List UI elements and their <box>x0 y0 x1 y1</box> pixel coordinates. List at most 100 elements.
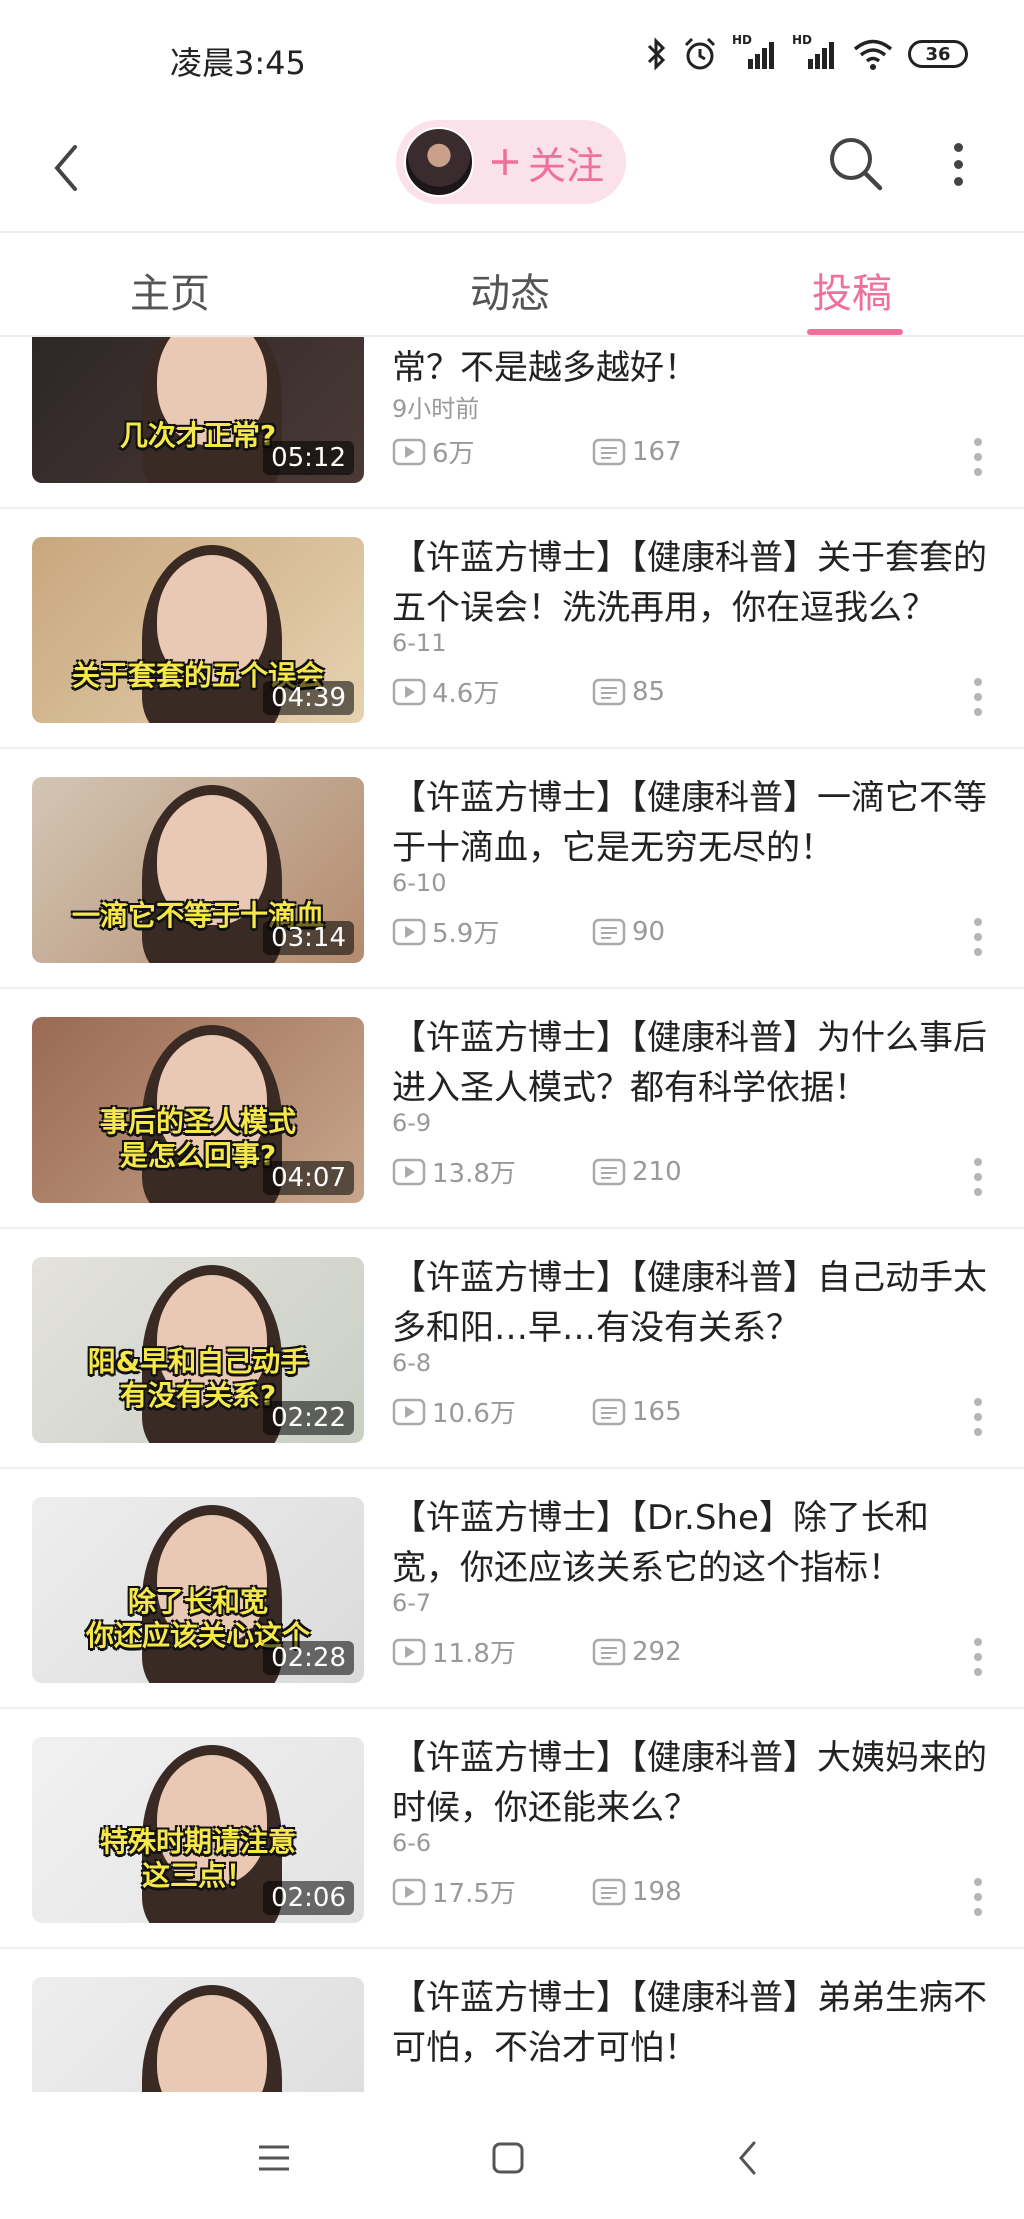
video-thumbnail[interactable]: 关于套套的五个误会 04:39 <box>32 537 364 723</box>
video-date: 6-8 <box>392 1349 432 1377</box>
video-list-item[interactable]: 事后的圣人模式 是怎么回事? 04:07 【许蓝方博士】【健康科普】为什么事后进… <box>0 989 1024 1229</box>
video-list-item[interactable]: 关于套套的五个误会 04:39 【许蓝方博士】【健康科普】关于套套的五个误会！洗… <box>0 509 1024 749</box>
video-duration: 03:14 <box>263 921 354 955</box>
video-title[interactable]: 【许蓝方博士】【健康科普】弟弟生病不可怕，不治才可怕！ <box>392 1973 992 2073</box>
video-date: 6-6 <box>392 1829 432 1857</box>
video-list-item[interactable]: 【许蓝方博士】【健康科普】弟弟生病不可怕，不治才可怕！ <box>0 1949 1024 2092</box>
video-duration: 05:12 <box>263 441 354 475</box>
play-count-icon <box>392 1878 426 1905</box>
nav-back-button[interactable] <box>718 2128 778 2188</box>
video-date: 6-10 <box>392 869 447 897</box>
video-stats: 5.9万 90 <box>392 913 665 950</box>
comment-count-value: 198 <box>632 1876 682 1907</box>
video-list-item[interactable]: 特殊时期请注意 这三点！ 02:06 【许蓝方博士】【健康科普】大姨妈来的时候，… <box>0 1709 1024 1949</box>
follow-button[interactable]: 关注 <box>396 120 626 204</box>
comment-count-icon <box>592 1158 626 1185</box>
video-thumbnail[interactable]: 事后的圣人模式 是怎么回事? 04:07 <box>32 1017 364 1203</box>
item-more-button[interactable] <box>968 907 988 967</box>
view-count-value: 10.6万 <box>432 1399 516 1429</box>
comment-count-value: 292 <box>632 1636 682 1667</box>
video-title[interactable]: 【许蓝方博士】【健康科普】为什么事后进入圣人模式？都有科学依据！ <box>392 1013 992 1113</box>
more-dot <box>953 176 963 186</box>
play-count-icon <box>392 1158 426 1185</box>
video-thumbnail[interactable]: 特殊时期请注意 这三点！ 02:06 <box>32 1737 364 1923</box>
more-dot <box>974 1158 982 1166</box>
more-dot <box>974 468 982 476</box>
chevron-left-icon <box>739 2141 756 2175</box>
more-dot <box>953 142 963 152</box>
item-more-button[interactable] <box>968 667 988 727</box>
view-count: 11.8万 <box>392 1633 592 1670</box>
comment-count-icon <box>592 678 626 705</box>
plus-icon <box>492 149 518 175</box>
view-count-value: 5.9万 <box>432 919 500 949</box>
search-button[interactable] <box>824 132 888 196</box>
chevron-left-icon <box>54 145 77 191</box>
back-button[interactable] <box>36 132 96 204</box>
alarm-icon <box>684 37 716 70</box>
video-title[interactable]: 【许蓝方博士】【健康科普】自己动手太多和阳…早…有没有关系？ <box>392 1253 992 1353</box>
video-thumbnail[interactable]: 阳&早和自己动手 有没有关系? 02:22 <box>32 1257 364 1443</box>
more-dot <box>974 1668 982 1676</box>
video-stats: 4.6万 85 <box>392 673 665 710</box>
comment-count: 292 <box>592 1637 682 1667</box>
active-tab-indicator <box>807 329 903 335</box>
video-list-item[interactable]: 阳&早和自己动手 有没有关系? 02:22 【许蓝方博士】【健康科普】自己动手太… <box>0 1229 1024 1469</box>
video-stats: 17.5万 198 <box>392 1873 682 1910</box>
follow-label: 关注 <box>528 143 605 188</box>
comment-count-icon <box>592 1638 626 1665</box>
profile-header: 关注 <box>0 110 1024 230</box>
tab-home[interactable]: 主页 <box>130 261 210 319</box>
nav-menu-button[interactable] <box>244 2128 304 2188</box>
more-dot <box>974 438 982 446</box>
comment-count-value: 210 <box>632 1156 682 1187</box>
item-more-button[interactable] <box>968 1387 988 1447</box>
comment-count-value: 85 <box>632 676 666 707</box>
video-duration: 02:28 <box>263 1641 354 1675</box>
menu-icon <box>259 2145 289 2171</box>
video-title[interactable]: 【许蓝方博士】【Dr.She】除了长和宽，你还应该关系它的这个指标！ <box>392 1493 992 1593</box>
avatar <box>404 127 474 197</box>
item-more-button[interactable] <box>968 1867 988 1927</box>
item-more-button[interactable] <box>968 1627 988 1687</box>
more-dot <box>974 678 982 686</box>
comment-count-icon <box>592 918 626 945</box>
video-title[interactable]: 【许蓝方博士】【健康科普】大姨妈来的时候，你还能来么？ <box>392 1733 992 1833</box>
wifi-icon <box>853 39 893 70</box>
view-count-value: 11.8万 <box>432 1639 516 1669</box>
video-thumbnail[interactable]: 几次才正常? 05:12 <box>32 337 364 483</box>
video-title[interactable]: 【许蓝方博士】【健康科普】关于套套的五个误会！洗洗再用，你在逗我么？ <box>392 533 992 633</box>
more-dot <box>953 159 963 169</box>
more-dot <box>974 933 982 941</box>
tab-submissions[interactable]: 投稿 <box>812 261 892 319</box>
more-dot <box>974 453 982 461</box>
video-list-item[interactable]: 一滴它不等于十滴血 03:14 【许蓝方博士】【健康科普】一滴它不等于十滴血，它… <box>0 749 1024 989</box>
view-count: 17.5万 <box>392 1873 592 1910</box>
view-count-value: 13.8万 <box>432 1159 516 1189</box>
tab-dynamics[interactable]: 动态 <box>470 261 550 319</box>
item-more-button[interactable] <box>968 1147 988 1207</box>
status-time: 凌晨3:45 <box>170 44 306 82</box>
video-title[interactable]: 【许蓝方博士】【健康科普】一滴它不等于十滴血，它是无穷无尽的！ <box>392 773 992 873</box>
status-bar: 凌晨3:45 HD HD 36 <box>0 0 1024 110</box>
comment-count: 198 <box>592 1877 682 1907</box>
view-count-value: 17.5万 <box>432 1879 516 1909</box>
more-menu-button[interactable] <box>938 132 978 196</box>
video-thumbnail[interactable]: 一滴它不等于十滴血 03:14 <box>32 777 364 963</box>
item-more-button[interactable] <box>968 427 988 487</box>
video-list-item[interactable]: 除了长和宽 你还应该关心这个 02:28 【许蓝方博士】【Dr.She】除了长和… <box>0 1469 1024 1709</box>
video-list[interactable]: 几次才正常? 05:12 【许蓝方博士】【健康科普】几次才正常？不是越多越好！ … <box>0 337 1024 2092</box>
comment-count: 167 <box>592 437 682 467</box>
nav-home-button[interactable] <box>478 2128 538 2188</box>
more-dot <box>974 1428 982 1436</box>
video-list-content: 几次才正常? 05:12 【许蓝方博士】【健康科普】几次才正常？不是越多越好！ … <box>0 337 1024 2092</box>
square-icon <box>492 2142 524 2174</box>
comment-count-value: 165 <box>632 1396 682 1427</box>
comment-count: 165 <box>592 1397 682 1427</box>
video-list-item[interactable]: 几次才正常? 05:12 【许蓝方博士】【健康科普】几次才正常？不是越多越好！ … <box>0 337 1024 509</box>
video-title[interactable]: 【许蓝方博士】【健康科普】几次才正常？不是越多越好！ <box>392 337 992 393</box>
video-thumbnail[interactable]: 除了长和宽 你还应该关心这个 02:28 <box>32 1497 364 1683</box>
video-thumbnail[interactable] <box>32 1977 364 2092</box>
video-stats: 10.6万 165 <box>392 1393 682 1430</box>
view-count: 4.6万 <box>392 673 592 710</box>
